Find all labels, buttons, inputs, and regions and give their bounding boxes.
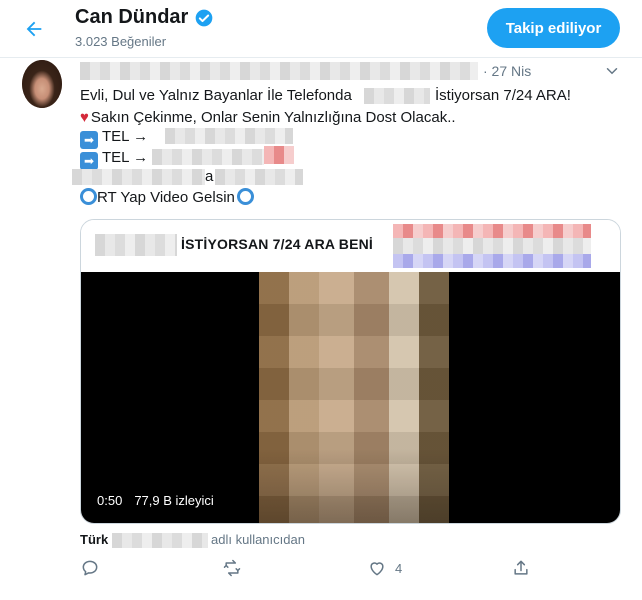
redacted-word <box>364 88 430 104</box>
redacted-line-5-a <box>72 169 205 185</box>
profile-header: Can Dündar 3.023 Beğeniler Takip ediliyo… <box>0 0 642 58</box>
chevron-down-icon[interactable] <box>603 62 621 80</box>
video-title: İSTİYORSAN 7/24 ARA BENİ <box>181 236 374 252</box>
redacted-title-prefix <box>95 234 177 256</box>
video-view-count: 77,9 B izleyici <box>134 493 214 508</box>
video-title-bar: İSTİYORSAN 7/24 ARA BENİ <box>81 220 620 272</box>
back-button[interactable] <box>18 13 50 45</box>
video-meta: 0:50 77,9 B izleyici <box>97 493 214 508</box>
source-lang: Türk <box>80 532 109 547</box>
media-card[interactable]: İSTİYORSAN 7/24 ARA BENİ 0:50 77,9 B izl… <box>80 219 621 524</box>
verified-badge-icon <box>196 9 213 26</box>
cyclone-emoji-icon <box>236 188 254 205</box>
redacted-line-5-b <box>215 169 303 185</box>
profile-name[interactable]: Can Dündar <box>75 6 214 29</box>
likes-count: 3.023 Beğeniler <box>75 34 167 49</box>
arrow-right-emoji-icon: ➡ <box>80 152 98 170</box>
share-button[interactable] <box>511 558 531 578</box>
retweet-icon <box>223 559 241 577</box>
arrow-right-emoji-icon: ➡ <box>80 131 98 149</box>
tweet-line-tel-1: ➡ TEL → <box>80 127 148 149</box>
avatar[interactable] <box>22 60 62 108</box>
tweet-line-tel-2: ➡ TEL → <box>80 148 148 170</box>
heart-emoji-icon: ♥ <box>80 109 89 126</box>
like-button[interactable]: 4 <box>367 558 402 578</box>
tweet-line-6: RT Yap Video Gelsin <box>80 188 254 208</box>
tweet-timestamp[interactable]: · 27 Nis <box>483 63 531 79</box>
redacted-phone-1 <box>165 128 293 144</box>
following-button[interactable]: Takip ediliyor <box>487 8 620 48</box>
reply-button[interactable] <box>80 558 100 578</box>
arrow-left-icon <box>26 21 42 37</box>
redacted-phone-2 <box>152 149 264 165</box>
retweet-button[interactable] <box>222 558 242 578</box>
video-player[interactable]: 0:50 77,9 B izleyici <box>81 272 620 523</box>
video-duration: 0:50 <box>97 493 123 508</box>
tweet-line-1-end: İstiyorsan 7/24 ARA! <box>435 87 571 104</box>
tweet-line-5-text: a <box>205 168 214 185</box>
source-line: Türk <box>80 532 108 547</box>
cyclone-emoji-icon <box>80 188 97 205</box>
redacted-title-banner-mid <box>393 238 591 254</box>
source-suffix: adlı kullanıcıdan <box>211 532 305 547</box>
redacted-title-banner-top <box>393 224 591 238</box>
reply-icon <box>82 560 98 576</box>
profile-name-text: Can Dündar <box>75 6 189 28</box>
tweet-line-1: Evli, Dul ve Yalnız Bayanlar İle Telefon… <box>80 87 352 104</box>
tweet-line-2: ♥ Sakın Çekinme, Onlar Senin Yalnızlığına… <box>80 109 456 126</box>
redacted-title-banner-bottom <box>393 254 591 268</box>
heart-icon <box>370 562 384 576</box>
share-icon <box>514 560 528 575</box>
redacted-phone-2-end <box>264 146 294 164</box>
like-count: 4 <box>395 560 403 576</box>
tweet-actions: 4 <box>0 558 642 588</box>
redacted-author-name <box>80 62 478 80</box>
redacted-source-user <box>112 533 208 548</box>
